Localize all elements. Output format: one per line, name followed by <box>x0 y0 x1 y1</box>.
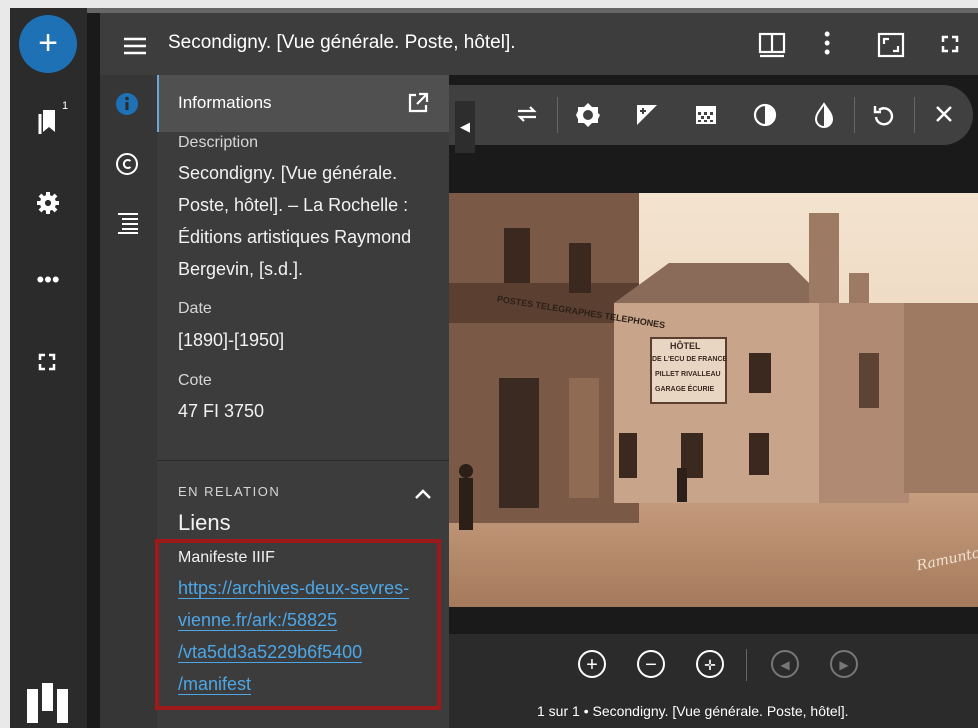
fullscreen-icon[interactable] <box>38 353 56 371</box>
collapse-toolbar-button[interactable]: ◀ <box>455 101 475 153</box>
bookmarks-badge: 1 <box>62 100 69 112</box>
image-sign-text: DE L'ECU DE FRANCE <box>652 356 728 363</box>
panel-divider <box>157 460 449 461</box>
date-value: [1890]-[1950] <box>178 330 285 350</box>
reset-zoom-icon[interactable]: ✛ <box>696 650 724 678</box>
image-sign-text: GARAGE ÉCURIE <box>655 386 715 393</box>
rotate-icon[interactable] <box>872 102 896 128</box>
image-sign-text: PILLET RIVALLEAU <box>655 371 721 378</box>
copyright-icon[interactable] <box>115 152 139 176</box>
contrast-icon[interactable] <box>635 103 659 127</box>
saturation-icon[interactable] <box>694 103 718 127</box>
menu-icon[interactable] <box>123 36 147 56</box>
info-icon[interactable] <box>115 92 139 116</box>
more-horizontal-icon[interactable]: ••• <box>34 269 62 291</box>
window-layout-icon[interactable] <box>758 32 786 58</box>
close-icon[interactable] <box>934 104 954 124</box>
mirador-logo <box>27 683 71 723</box>
toolbar-separator <box>557 97 558 133</box>
settings-gear-icon[interactable] <box>35 190 61 216</box>
toc-list-icon[interactable] <box>116 212 140 234</box>
previous-icon[interactable]: ◀ <box>771 650 799 678</box>
postcard-image[interactable] <box>449 193 978 607</box>
zoom-in-icon[interactable]: + <box>578 650 606 678</box>
image-sign-text: HÔTEL <box>670 341 701 351</box>
highlight-box <box>155 539 441 710</box>
cote-label: Cote <box>178 372 212 389</box>
open-external-icon[interactable] <box>407 92 429 114</box>
description-label: Description <box>178 134 259 151</box>
toolbar-separator <box>914 97 915 133</box>
next-icon[interactable]: ▶ <box>830 650 858 678</box>
flip-icon[interactable] <box>515 104 539 124</box>
date-label: Date <box>178 300 212 317</box>
links-title: Liens <box>178 510 231 535</box>
window-title: Secondigny. [Vue générale. Poste, hôtel]… <box>168 32 516 53</box>
collapse-section-icon[interactable] <box>414 487 432 501</box>
toolbar-separator <box>854 97 855 133</box>
add-resource-button[interactable]: + <box>19 15 77 73</box>
fullscreen-icon[interactable] <box>941 35 959 53</box>
bookmarks-icon[interactable] <box>34 108 62 140</box>
invert-icon[interactable] <box>813 102 835 128</box>
more-vertical-icon[interactable]: • • • <box>824 25 834 61</box>
panel-heading: Informations <box>178 93 272 112</box>
brightness-icon[interactable] <box>575 102 601 128</box>
canvas-caption: 1 sur 1 • Secondigny. [Vue générale. Pos… <box>537 703 849 719</box>
maximize-icon[interactable] <box>877 32 905 58</box>
cote-value: 47 FI 3750 <box>178 401 265 421</box>
related-section-label: EN RELATION <box>178 484 281 499</box>
grayscale-icon[interactable] <box>753 103 777 127</box>
zoom-out-icon[interactable]: − <box>637 650 665 678</box>
description-value: Secondigny. [Vue générale. Poste, hôtel]… <box>178 163 412 279</box>
nav-separator <box>746 649 747 681</box>
